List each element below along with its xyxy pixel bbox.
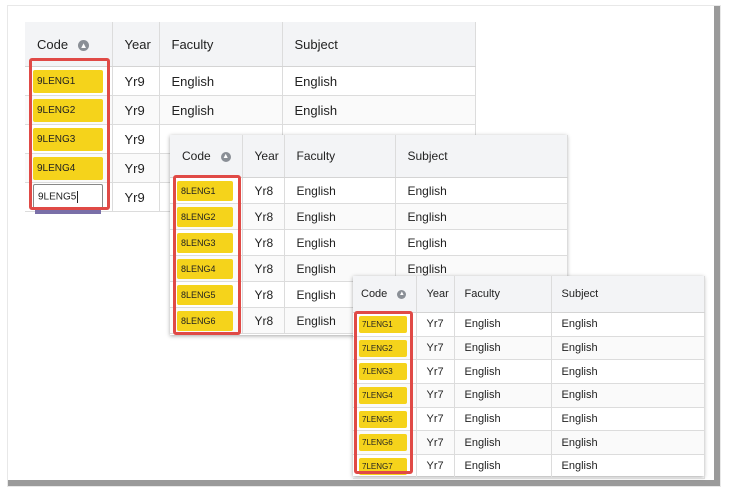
year-cell: Yr7 (416, 312, 455, 337)
column-header-subject[interactable]: Subject (551, 276, 705, 313)
subject-cell: English (551, 336, 705, 361)
subject-cell: English (395, 177, 568, 204)
faculty-cell: English (284, 203, 396, 230)
year-cell: Yr8 (242, 203, 285, 230)
subject-cell: English (551, 359, 705, 385)
faculty-cell: English (284, 177, 396, 204)
subject-cell: English (551, 312, 705, 337)
column-header-subject[interactable]: Subject (395, 135, 568, 178)
year-cell: Yr8 (242, 281, 285, 308)
table-header-row: Code ▲ Year Faculty Subject (170, 135, 568, 178)
subject-cell: English (551, 383, 705, 408)
year-cell: Yr7 (416, 454, 455, 479)
sort-circle-icon[interactable]: ▲ (78, 39, 90, 51)
year-cell: Yr8 (242, 307, 285, 334)
column-header-faculty[interactable]: Faculty (159, 22, 283, 67)
faculty-cell: English (454, 336, 552, 361)
year-cell: Yr8 (242, 177, 285, 204)
table-header-row: Code ▲ Year Faculty Subject (353, 276, 705, 313)
year-cell: Yr8 (242, 229, 285, 256)
year-cell: Yr9 (112, 153, 160, 183)
year-cell: Yr7 (416, 336, 455, 361)
year-cell: Yr9 (112, 182, 160, 212)
column-header-subject[interactable]: Subject (282, 22, 476, 67)
code-column-selection-box (173, 175, 241, 335)
faculty-cell: English (454, 359, 552, 385)
year-cell: Yr7 (416, 430, 455, 456)
year-cell: Yr7 (416, 383, 455, 408)
subject-cell: English (551, 454, 705, 479)
column-header-year[interactable]: Year (416, 276, 455, 313)
year-cell: Yr8 (242, 255, 285, 282)
faculty-cell: English (159, 66, 283, 96)
sort-circle-icon[interactable]: ▲ (397, 289, 407, 299)
year-cell: Yr9 (112, 124, 160, 154)
code-column-selection-box (29, 58, 110, 210)
subject-cell: English (551, 430, 705, 456)
year-cell: Yr9 (112, 95, 160, 125)
faculty-cell: English (454, 383, 552, 408)
faculty-cell: English (454, 454, 552, 479)
next-row-chip-edge (35, 210, 101, 214)
subject-cell: English (395, 229, 568, 256)
column-header-code[interactable]: Code ▲ (170, 135, 243, 178)
subject-cell: English (282, 95, 476, 125)
faculty-cell: English (454, 312, 552, 337)
year-cell: Yr7 (416, 359, 455, 385)
yr7-classes-table-panel: Code ▲ Year Faculty Subject 7LENG1 Yr7 En… (353, 276, 705, 479)
subject-cell: English (395, 203, 568, 230)
faculty-cell: English (284, 229, 396, 256)
faculty-cell: English (159, 95, 283, 125)
faculty-cell: English (454, 430, 552, 456)
year-cell: Yr9 (112, 66, 160, 96)
column-header-year[interactable]: Year (112, 22, 160, 67)
faculty-cell: English (454, 407, 552, 432)
column-header-faculty[interactable]: Faculty (454, 276, 552, 313)
column-header-year[interactable]: Year (242, 135, 285, 178)
code-column-selection-box (354, 311, 413, 474)
subject-cell: English (282, 66, 476, 96)
column-header-code[interactable]: Code ▲ (353, 276, 417, 313)
subject-cell: English (551, 407, 705, 432)
sort-circle-icon[interactable]: ▲ (220, 151, 231, 162)
year-cell: Yr7 (416, 407, 455, 432)
column-header-faculty[interactable]: Faculty (284, 135, 396, 178)
